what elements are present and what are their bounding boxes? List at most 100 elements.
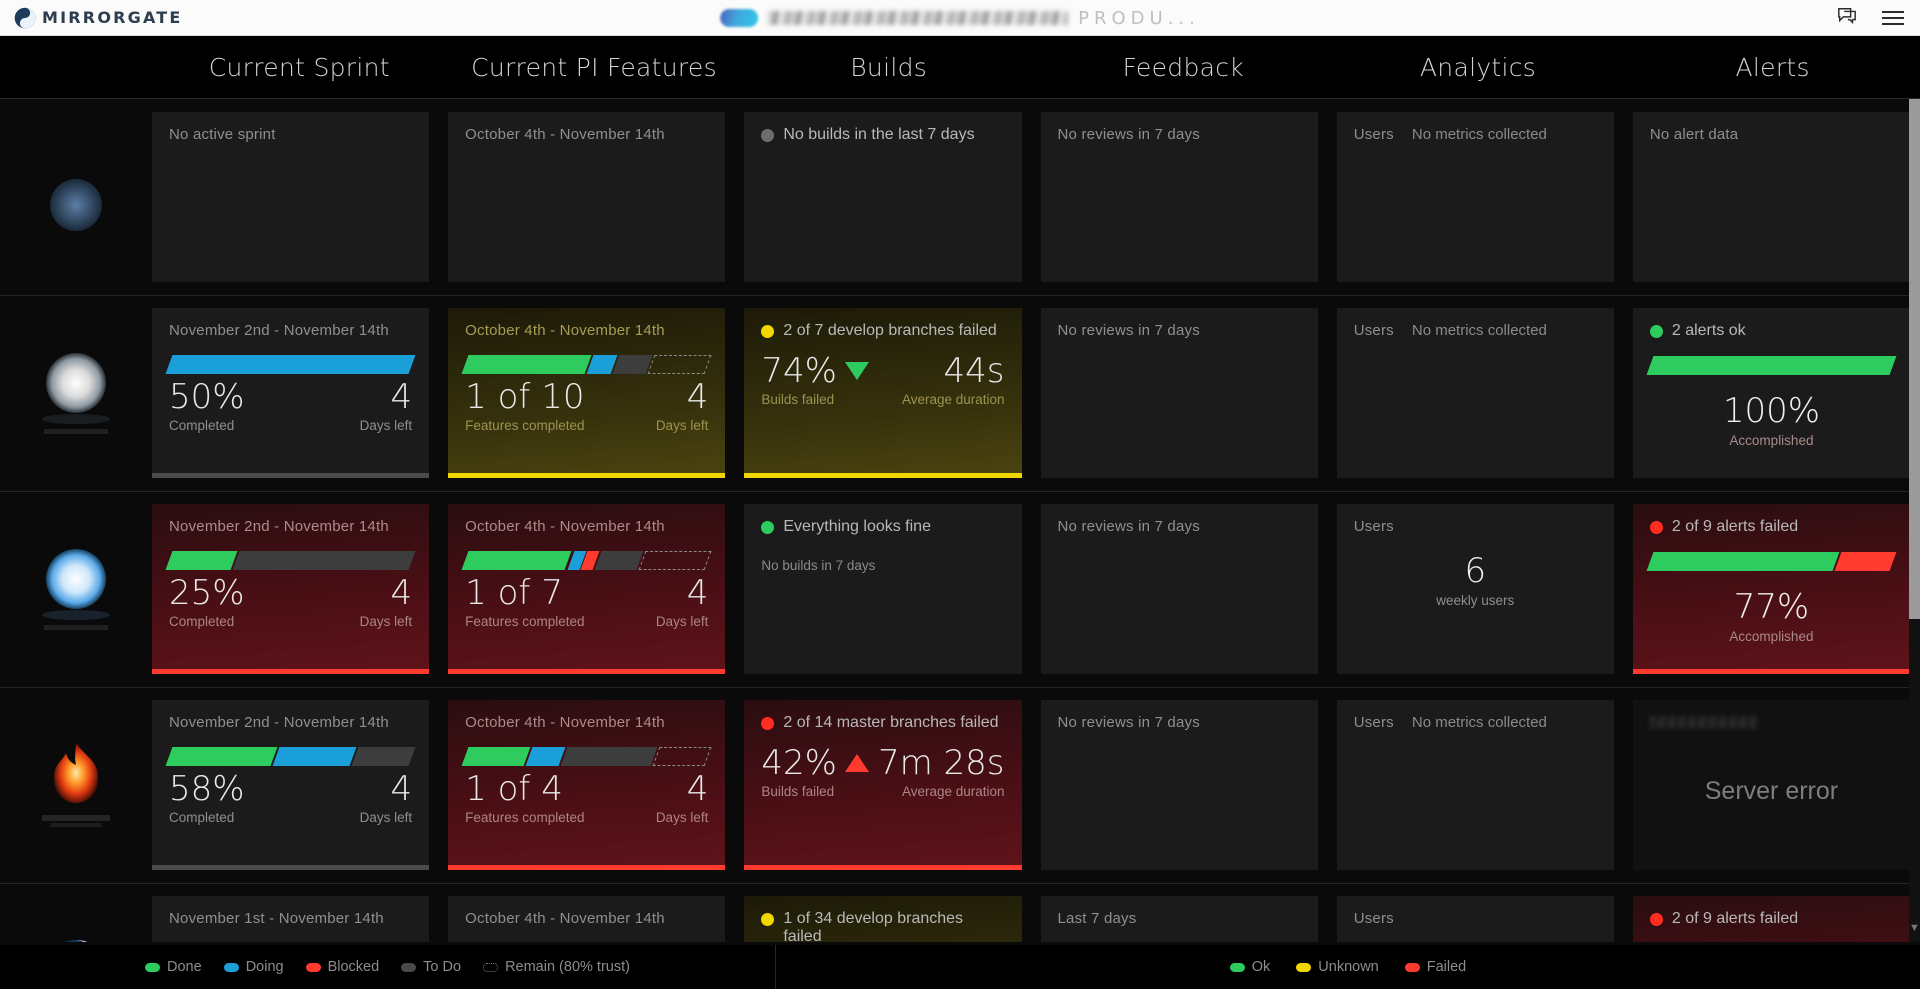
legend-item: Remain (80% trust) xyxy=(483,959,630,975)
builds-status-bar xyxy=(744,473,1022,478)
column-header-alerts[interactable]: Alerts xyxy=(1625,53,1920,82)
feedback-card[interactable]: Last 7 days xyxy=(1040,896,1318,942)
builds-failed-pct-wrap: 42% xyxy=(761,746,869,782)
builds-failed-label: Builds failed xyxy=(761,784,835,800)
builds-status-bar xyxy=(744,669,1021,674)
sprint-card[interactable]: November 2nd - November 14th 50% Completed… xyxy=(152,308,430,478)
feedback-card[interactable]: No reviews in 7 days xyxy=(1040,308,1318,478)
features-status-bar xyxy=(448,473,726,478)
sprint-right-label: Days left xyxy=(359,417,413,433)
alerts-card[interactable]: 2 alerts ok 100% Accomplished xyxy=(1632,308,1911,478)
builds-failed-pct-wrap: 74% xyxy=(761,354,869,390)
features-card[interactable]: October 4th - November 14th 1 of 4 Feature… xyxy=(448,700,726,870)
analytics-card[interactable]: Users No metrics collected xyxy=(1336,112,1614,282)
features-right-value: 4 xyxy=(686,769,709,809)
alerts-status-text: 2 of 9 alerts failed xyxy=(1671,518,1799,535)
builds-card[interactable]: 2 of 14 master branches failed 42% Builds … xyxy=(744,700,1022,870)
column-header-current-pi-features[interactable]: Current PI Features xyxy=(447,53,742,82)
sprint-progress-bar xyxy=(165,551,416,570)
alerts-value: 77% xyxy=(1733,587,1810,628)
brand[interactable]: MIRRORGATE xyxy=(14,7,183,29)
feedback-title: No reviews in 7 days xyxy=(1057,518,1200,535)
sprint-status-bar xyxy=(152,669,430,674)
sprint-card[interactable]: November 2nd - November 14th 25% Completed… xyxy=(152,504,430,674)
sprint-secondary-metric: 4 Days left xyxy=(360,769,413,824)
analytics-center-label: weekly users xyxy=(1436,593,1515,608)
features-card[interactable]: October 4th - November 14th8 of 14Featur… xyxy=(448,896,726,942)
feedback-card[interactable]: No reviews in 7 days xyxy=(1040,504,1318,674)
builds-duration-value: 44s xyxy=(943,351,1005,392)
analytics-card[interactable]: Users 3active users 73weekly users xyxy=(1336,896,1614,942)
features-values: 1 of 4 Features completed 4 Days left xyxy=(465,769,709,824)
builds-card[interactable]: Everything looks fine No builds in 7 days xyxy=(744,504,1022,674)
progress-segment-doing xyxy=(165,355,416,374)
column-header-feedback[interactable]: Feedback xyxy=(1036,53,1331,82)
progress-segment-done xyxy=(165,747,278,766)
sprint-card[interactable]: November 2nd - November 14th 58% Completed… xyxy=(152,700,430,870)
partial-team-logo xyxy=(24,145,128,249)
features-date-range: October 4th - November 14th xyxy=(465,518,665,535)
sprint-right-value: 4 xyxy=(390,769,413,809)
analytics-metric-value: 73 xyxy=(1519,941,1597,942)
builds-card[interactable]: 1 of 34 develop branches failed17%Builds… xyxy=(744,896,1022,942)
dashboard-row: No active sprint October 4th - November 1… xyxy=(0,99,1920,295)
chevron-down-icon[interactable]: ▼ xyxy=(1909,922,1920,934)
team-logo-cell xyxy=(0,295,152,491)
team-logo-cell xyxy=(0,687,152,883)
dashboard-row: MIRRORGATE November 1st - November 14th58… xyxy=(0,883,1920,942)
hamburger-menu-icon[interactable] xyxy=(1882,11,1904,25)
progress-segment-done xyxy=(165,551,238,570)
legend-label: Unknown xyxy=(1318,959,1379,975)
features-card[interactable]: October 4th - November 14th 1 of 10 Featur… xyxy=(448,308,726,478)
progress-segment-todo xyxy=(560,747,658,766)
alerts-card[interactable]: 2 of 9 alerts failed 77% Accomplished xyxy=(1632,504,1911,674)
analytics-note: No metrics collected xyxy=(1411,322,1547,339)
analytics-card[interactable]: Users No metrics collected xyxy=(1336,308,1614,478)
sprint-primary-metric: 50% Completed xyxy=(169,377,245,432)
alerts-card[interactable]: Server error xyxy=(1632,700,1911,870)
sprint-card[interactable]: November 1st - November 14th58%Completed… xyxy=(152,896,430,942)
analytics-card[interactable]: Users 6 weekly users xyxy=(1336,504,1614,674)
vertical-scrollbar[interactable]: ▼ xyxy=(1909,99,1920,942)
sprint-card[interactable]: No active sprint xyxy=(152,112,430,282)
progress-segment-todo xyxy=(232,551,416,570)
alerts-value-label: Accomplished xyxy=(1729,433,1814,449)
feedback-status-bar xyxy=(1041,669,1318,674)
sprint-legend: Done Doing Blocked To Do Remain (80% trust) xyxy=(0,945,776,989)
feedback-card[interactable]: No reviews in 7 days xyxy=(1040,700,1318,870)
analytics-note: No metrics collected xyxy=(1411,714,1547,731)
features-secondary-metric: 4 Days left xyxy=(656,575,709,628)
chat-bubble-icon[interactable] xyxy=(1836,6,1858,30)
builds-status-bar xyxy=(744,277,1021,282)
features-progress-bar xyxy=(461,355,712,374)
sprint-value: 50% xyxy=(169,377,245,417)
builds-metrics: 74% Builds failed 44s Average duration xyxy=(761,354,1004,407)
sprint-value-label: Completed xyxy=(169,613,235,629)
status-dot-grey xyxy=(761,129,775,142)
column-header-builds[interactable]: Builds xyxy=(741,53,1036,82)
features-card[interactable]: October 4th - November 14th xyxy=(448,112,726,282)
legend-item: Unknown xyxy=(1296,959,1379,975)
features-card[interactable]: October 4th - November 14th 1 of 7 Feature… xyxy=(448,504,726,674)
builds-card[interactable]: No builds in the last 7 days xyxy=(744,112,1022,282)
yin-yang-team-logo: MIRRORGATE xyxy=(24,929,128,942)
features-progress-bar xyxy=(461,551,712,570)
footer-legend-bar: Done Doing Blocked To Do Remain (80% trust) … xyxy=(0,945,1920,989)
builds-card[interactable]: 2 of 7 develop branches failed 74% Builds … xyxy=(744,308,1022,478)
alerts-card[interactable]: 2 of 9 alerts failed66%Accomplished xyxy=(1632,896,1911,942)
progress-segment-todo xyxy=(351,747,416,766)
features-values: 1 of 10 Features completed 4 Days left xyxy=(465,379,708,433)
features-value-label: Features completed xyxy=(465,417,585,433)
sprint-date-range: November 1st - November 14th xyxy=(169,910,384,927)
analytics-card[interactable]: Users No metrics collected xyxy=(1336,700,1614,870)
feedback-card[interactable]: No reviews in 7 days xyxy=(1040,112,1318,282)
scrollbar-thumb[interactable] xyxy=(1909,99,1920,619)
column-header-current-sprint[interactable]: Current Sprint xyxy=(152,53,447,82)
alerts-accomplished: 100% Accomplished xyxy=(1650,391,1893,448)
status-dot-red xyxy=(1649,913,1663,926)
column-header-analytics[interactable]: Analytics xyxy=(1331,53,1626,82)
progress-segment-remain xyxy=(638,551,712,570)
alerts-card[interactable]: No alert data xyxy=(1632,112,1911,282)
row-cards: November 2nd - November 14th 58% Completed… xyxy=(152,687,1920,883)
progress-segment-todo xyxy=(594,551,644,570)
